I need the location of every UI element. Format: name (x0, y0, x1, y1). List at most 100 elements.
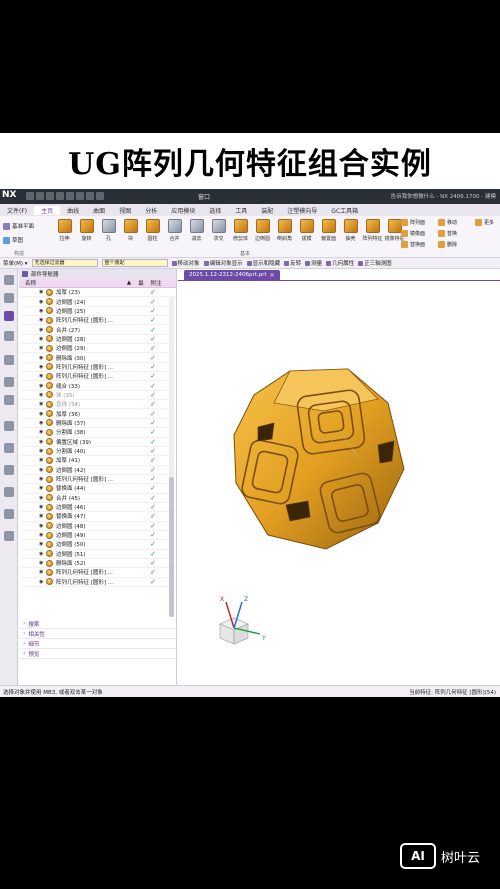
replace-face-button[interactable]: 替换面 (401, 240, 425, 249)
visualization-icon[interactable] (4, 443, 14, 453)
feature-row[interactable]: ◉ 加厚 (41) ✓ (19, 456, 176, 466)
tab-tools[interactable]: 工具 (228, 206, 254, 215)
menu-file[interactable]: 文件(F) (0, 206, 34, 215)
visibility-eye-icon[interactable]: ◉ (39, 513, 46, 519)
tab-assembly[interactable]: 装配 (254, 206, 280, 215)
delete-face-button[interactable]: 删除 (438, 240, 457, 249)
more-button[interactable]: 更多 (475, 218, 494, 227)
subtract-button[interactable]: 减去 (187, 219, 206, 242)
tab-applications[interactable]: 应用模块 (164, 206, 202, 215)
panel-dependencies[interactable]: 相关性 (19, 629, 177, 639)
feature-row[interactable]: ◉ 合并 (27) ✓ (19, 325, 176, 335)
undo-icon[interactable] (36, 192, 44, 200)
tab-mold-wizard[interactable]: 注塑模向导 (280, 206, 324, 215)
visibility-eye-icon[interactable]: ◉ (39, 467, 46, 473)
type-filter-select[interactable]: 无选择过滤器 (31, 259, 98, 267)
assembly-navigator-icon[interactable] (4, 293, 14, 303)
tab-curve[interactable]: 曲线 (60, 206, 86, 215)
feature-row[interactable]: ◉ 边倒圆 (50) ✓ (19, 540, 176, 550)
shell-button[interactable]: 抽壳 (341, 219, 360, 242)
feature-row[interactable]: ◉ 直线 (34) ✓ (19, 400, 176, 410)
invert-button[interactable]: 反转 (284, 259, 301, 267)
visibility-eye-icon[interactable]: ◉ (39, 336, 46, 342)
feature-row[interactable]: ◉ 阵列几何特征 [圆形] ... ✓ (19, 316, 176, 326)
unite-button[interactable]: 合并 (165, 219, 184, 242)
feature-row[interactable]: ◉ 边倒圆 (25) ✓ (19, 307, 176, 317)
tab-home[interactable]: 主页 (34, 205, 61, 215)
feature-row[interactable]: ◉ 阵列几何特征 [圆形] ... ✓ (19, 568, 176, 578)
process-studio-icon[interactable] (4, 377, 14, 387)
column-latest[interactable]: ▲ (123, 280, 135, 286)
visibility-eye-icon[interactable]: ◉ (39, 345, 46, 351)
feature-row[interactable]: ◉ 边倒圆 (42) ✓ (19, 466, 176, 475)
history-icon[interactable] (4, 355, 14, 365)
visibility-eye-icon[interactable]: ◉ (39, 485, 46, 491)
edge-blend-button[interactable]: 边倒圆 (253, 219, 272, 242)
visibility-eye-icon[interactable]: ◉ (39, 401, 46, 407)
mirror-face-button[interactable]: 镜像面 (401, 229, 425, 238)
replace-button[interactable]: 替换 (438, 229, 457, 238)
column-name[interactable]: 名称 (19, 279, 123, 287)
feature-row[interactable]: ◉ 缝合 (33) ✓ (19, 381, 176, 391)
visibility-eye-icon[interactable]: ◉ (39, 532, 46, 538)
navigator-scrollbar[interactable] (169, 297, 174, 617)
visibility-eye-icon[interactable]: ◉ (39, 569, 46, 575)
reuse-library-icon[interactable] (4, 331, 14, 341)
feature-row[interactable]: ◉ 加厚 (36) ✓ (19, 409, 176, 419)
block-button[interactable]: 块 (121, 219, 140, 242)
tab-surface[interactable]: 曲面 (86, 206, 112, 215)
cylinder-button[interactable]: 圆柱 (143, 219, 162, 242)
visibility-eye-icon[interactable]: ◉ (39, 476, 46, 482)
feature-row[interactable]: ◉ 删除面 (37) ✓ (19, 419, 176, 429)
visibility-eye-icon[interactable]: ◉ (39, 439, 46, 445)
visibility-eye-icon[interactable]: ◉ (39, 457, 46, 463)
clock-icon[interactable] (4, 487, 14, 497)
draft-button[interactable]: 拔模 (297, 219, 316, 242)
move-object-button[interactable]: 移动对象 (172, 259, 200, 267)
show-hide-button[interactable]: 显示和隐藏 (247, 259, 281, 267)
graphics-window[interactable]: 2025.1.12-2312-2406prt.prt ✕ X Z Y (178, 269, 500, 685)
visibility-eye-icon[interactable]: ◉ (39, 523, 46, 529)
close-tab-icon[interactable]: ✕ (270, 272, 275, 279)
extrude-button[interactable]: 拉伸 (55, 219, 74, 242)
system-materials-icon[interactable] (4, 421, 14, 431)
visibility-eye-icon[interactable]: ◉ (39, 299, 46, 305)
cut-icon[interactable] (56, 192, 64, 200)
tab-selection[interactable]: 选择 (202, 206, 228, 215)
feature-row[interactable]: ◉ 球 (35) ✓ (19, 391, 176, 401)
hole-button[interactable]: 孔 (99, 219, 118, 242)
feature-row[interactable]: ◉ 边倒圆 (46) ✓ (19, 503, 176, 513)
visibility-eye-icon[interactable]: ◉ (39, 392, 46, 398)
visibility-eye-icon[interactable]: ◉ (39, 355, 46, 361)
redo-icon[interactable] (46, 192, 54, 200)
geometry-properties-button[interactable]: 几何属性 (326, 259, 354, 267)
palette-icon[interactable] (4, 509, 14, 519)
part-file-tab[interactable]: 2025.1.12-2312-2406prt.prt ✕ (184, 270, 280, 280)
touch-mode-icon[interactable] (96, 192, 104, 200)
feature-row[interactable]: ◉ 偏置区域 (39) ✓ (19, 438, 176, 447)
woven-cube-model[interactable] (228, 365, 408, 555)
feature-row[interactable]: ◉ 替换面 (47) ✓ (19, 512, 176, 522)
save-icon[interactable] (26, 192, 34, 200)
feature-row[interactable]: ◉ 边倒圆 (51) ✓ (19, 550, 176, 559)
column-modified[interactable]: 最 (135, 279, 147, 287)
visibility-eye-icon[interactable]: ◉ (39, 373, 46, 379)
edit-object-display-button[interactable]: 编辑对象显示 (204, 259, 243, 267)
measure-button[interactable]: 测量 (305, 259, 322, 267)
feature-row[interactable]: ◉ 阵列几何特征 [圆形] ... ✓ (19, 363, 176, 373)
datum-plane-button[interactable]: 基准平面 (3, 219, 51, 233)
feature-row[interactable]: ◉ 分割面 (38) ✓ (19, 428, 176, 438)
visibility-eye-icon[interactable]: ◉ (39, 504, 46, 510)
visibility-eye-icon[interactable]: ◉ (39, 289, 46, 295)
visibility-eye-icon[interactable]: ◉ (39, 429, 46, 435)
paste-icon[interactable] (76, 192, 84, 200)
feature-row[interactable]: ◉ 边倒圆 (29) ✓ (19, 344, 176, 354)
feature-row[interactable]: ◉ 分割面 (40) ✓ (19, 447, 176, 457)
visibility-eye-icon[interactable]: ◉ (39, 317, 46, 323)
visibility-eye-icon[interactable]: ◉ (39, 411, 46, 417)
visibility-eye-icon[interactable]: ◉ (39, 551, 46, 557)
visibility-eye-icon[interactable]: ◉ (39, 541, 46, 547)
revolve-button[interactable]: 旋转 (77, 219, 96, 242)
move-face-button[interactable]: 移动 (438, 218, 457, 227)
feature-row[interactable]: ◉ 边倒圆 (24) ✓ (19, 297, 176, 307)
